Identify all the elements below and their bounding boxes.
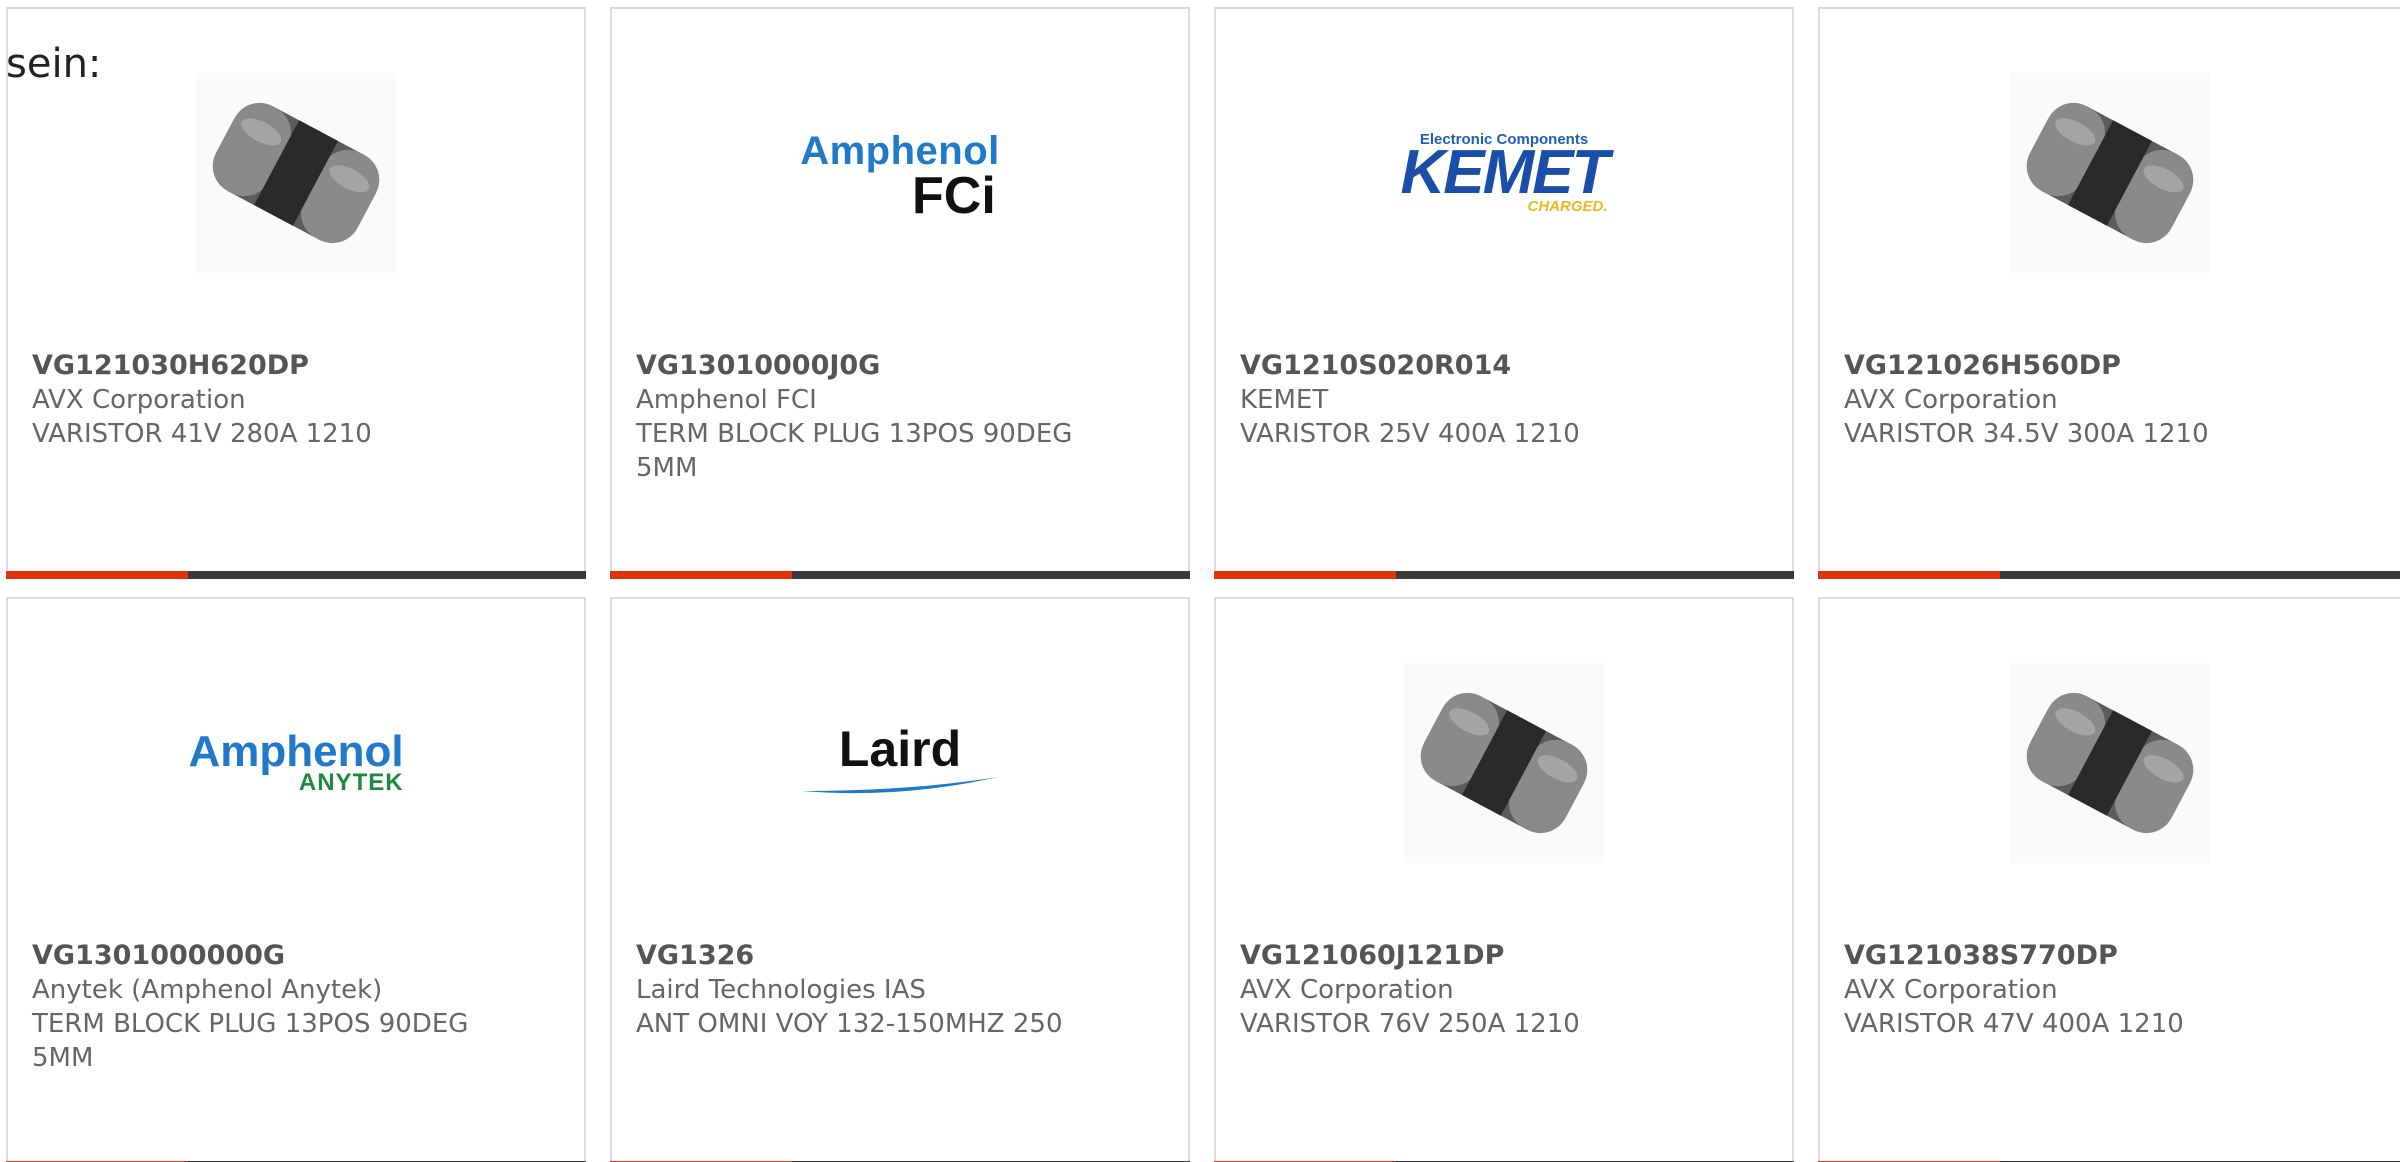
- description: VARISTOR 41V 280A 1210: [32, 419, 372, 449]
- card-bottom-bar: [1214, 571, 1794, 579]
- manufacturer: Laird Technologies IAS: [636, 975, 926, 1005]
- part-number[interactable]: VG121026H560DP: [1844, 349, 2376, 383]
- laird-logo: Laird: [800, 663, 1000, 863]
- product-card[interactable]: VG121026H560DP AVX Corporation VARISTOR …: [1818, 7, 2400, 579]
- product-card[interactable]: VG121060J121DP AVX Corporation VARISTOR …: [1214, 597, 1794, 1162]
- part-number[interactable]: VG121030H620DP: [32, 349, 560, 383]
- product-card[interactable]: Laird VG1326 Laird Technologies IAS ANT …: [610, 597, 1190, 1162]
- manufacturer: AVX Corporation: [1844, 385, 2058, 415]
- card-accent: [1214, 571, 1396, 579]
- logo-line: Laird: [838, 720, 962, 777]
- part-number[interactable]: VG121060J121DP: [1240, 939, 1768, 973]
- card-accent: [1818, 571, 2000, 579]
- card-accent: [610, 571, 792, 579]
- product-card[interactable]: VG121038S770DP AVX Corporation VARISTOR …: [1818, 597, 2400, 1162]
- description: VARISTOR 34.5V 300A 1210: [1844, 419, 2209, 449]
- manufacturer: Amphenol FCI: [636, 385, 817, 415]
- laird-swoosh-icon: [802, 776, 998, 793]
- product-grid-page: sein: VG121030H620DP AVX Corporation VAR…: [0, 0, 2400, 1162]
- description: VARISTOR 25V 400A 1210: [1240, 419, 1580, 449]
- card-accent: [6, 571, 188, 579]
- logo-line: FCi: [912, 166, 996, 225]
- part-number[interactable]: VG13010000J0G: [636, 349, 1164, 383]
- product-card[interactable]: Electronic Components KEMET CHARGED. VG1…: [1214, 7, 1794, 579]
- product-info: VG121060J121DP AVX Corporation VARISTOR …: [1240, 939, 1768, 1041]
- part-number[interactable]: VG1301000000G: [32, 939, 560, 973]
- card-bottom-bar: [610, 571, 1190, 579]
- varistor-chip-image: [1404, 663, 1604, 863]
- description: ANT OMNI VOY 132-150MHZ 250: [636, 1009, 1063, 1039]
- product-info: VG1326 Laird Technologies IAS ANT OMNI V…: [636, 939, 1164, 1041]
- description: VARISTOR 76V 250A 1210: [1240, 1009, 1580, 1039]
- part-number[interactable]: VG1210S020R014: [1240, 349, 1768, 383]
- part-number[interactable]: VG1326: [636, 939, 1164, 973]
- logo-line: Amphenol: [188, 727, 404, 776]
- card-bottom-bar: [6, 571, 586, 579]
- card-bottom-bar: [1818, 571, 2400, 579]
- product-info: VG121026H560DP AVX Corporation VARISTOR …: [1844, 349, 2376, 451]
- manufacturer: KEMET: [1240, 385, 1329, 415]
- amphenol-anytek-logo: Amphenol ANYTEK: [188, 663, 403, 863]
- description: TERM BLOCK PLUG 13POS 90DEG 5MM: [32, 1009, 469, 1073]
- varistor-chip-image: [196, 73, 396, 273]
- description: VARISTOR 47V 400A 1210: [1844, 1009, 2184, 1039]
- product-card[interactable]: Amphenol ANYTEK VG1301000000G Anytek (Am…: [6, 597, 586, 1162]
- part-number[interactable]: VG121038S770DP: [1844, 939, 2376, 973]
- product-card[interactable]: Amphenol FCi VG13010000J0G Amphenol FCI …: [610, 7, 1190, 579]
- manufacturer: AVX Corporation: [32, 385, 246, 415]
- product-info: VG1301000000G Anytek (Amphenol Anytek) T…: [32, 939, 560, 1075]
- varistor-chip-image: [2010, 73, 2210, 273]
- product-info: VG1210S020R014 KEMET VARISTOR 25V 400A 1…: [1240, 349, 1768, 451]
- description: TERM BLOCK PLUG 13POS 90DEG 5MM: [636, 419, 1073, 483]
- logo-line: KEMET: [1400, 138, 1610, 207]
- varistor-chip-image: [2010, 663, 2210, 863]
- intro-text: sein:: [6, 41, 102, 87]
- amphenol-fci-logo: Amphenol FCi: [800, 73, 1000, 273]
- product-info: VG121030H620DP AVX Corporation VARISTOR …: [32, 349, 560, 451]
- product-info: VG121038S770DP AVX Corporation VARISTOR …: [1844, 939, 2376, 1041]
- product-card[interactable]: VG121030H620DP AVX Corporation VARISTOR …: [6, 7, 586, 579]
- manufacturer: AVX Corporation: [1240, 975, 1454, 1005]
- manufacturer: AVX Corporation: [1844, 975, 2058, 1005]
- kemet-logo: Electronic Components KEMET CHARGED.: [1401, 73, 1610, 273]
- manufacturer: Anytek (Amphenol Anytek): [32, 975, 383, 1005]
- product-info: VG13010000J0G Amphenol FCI TERM BLOCK PL…: [636, 349, 1164, 485]
